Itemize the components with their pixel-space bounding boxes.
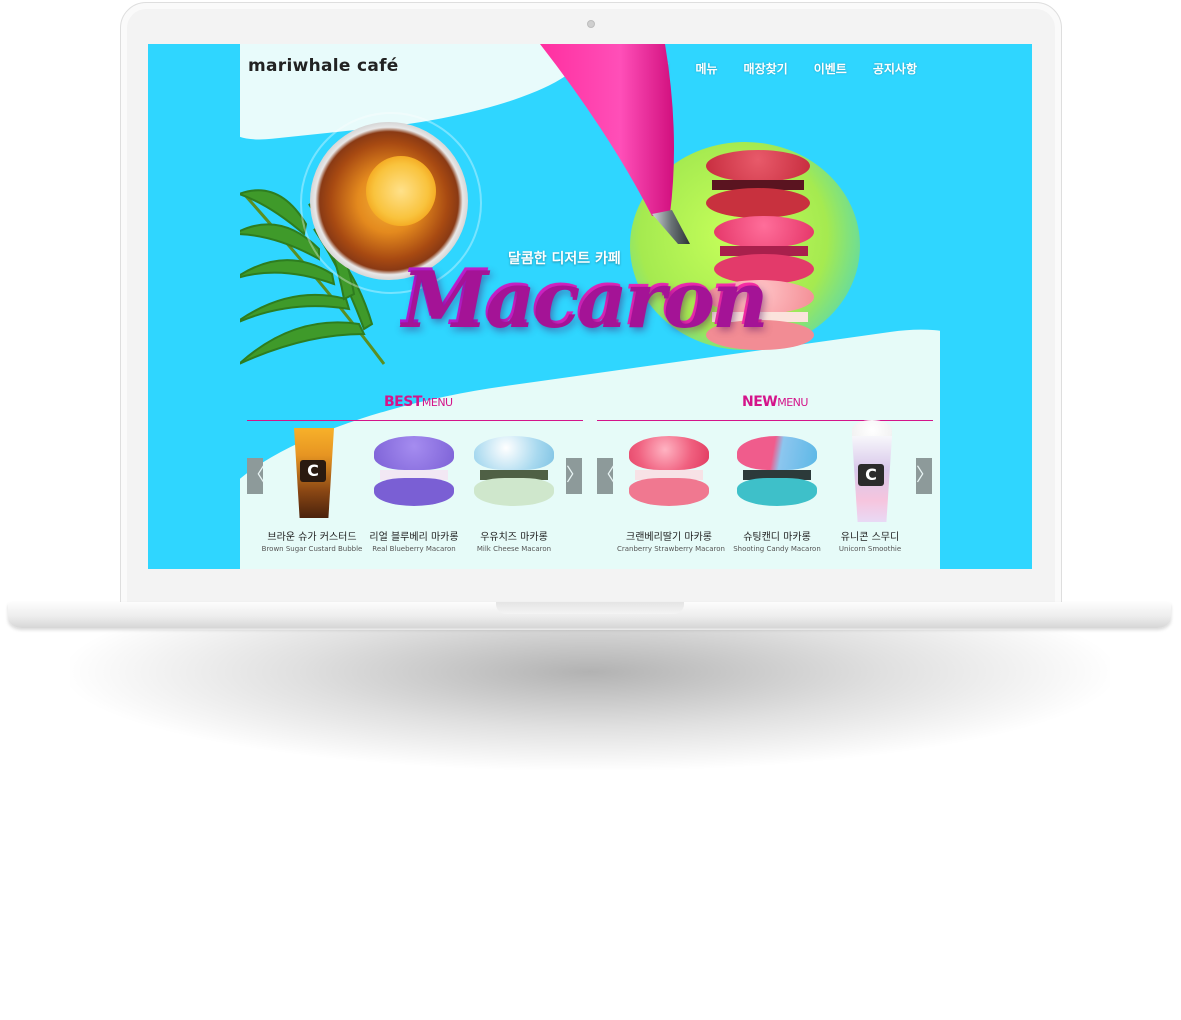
shooting-candy-macaron-image (737, 428, 817, 518)
lemon-slice-image (366, 156, 436, 226)
cranberry-macaron-image (629, 428, 709, 518)
nav-item-events[interactable]: 이벤트 (801, 60, 860, 77)
piping-bag-image (540, 44, 690, 244)
new-item-unicorn[interactable]: C 유니콘 스무디 Unicorn Smoothie (818, 420, 922, 553)
new-item-cranberry[interactable]: 크랜베리딸기 마카롱 Cranberry Strawberry Macaron (617, 428, 725, 553)
best-menu-title: BESTMENU (384, 394, 453, 410)
brown-sugar-cup-image: C (272, 428, 352, 518)
best-title-sub: MENU (421, 396, 453, 409)
best-menu-divider (247, 420, 583, 421)
best-next-button[interactable]: 〉 (566, 458, 584, 494)
new-prev-button[interactable]: 〈 (597, 458, 615, 494)
item-name-en: Unicorn Smoothie (838, 545, 902, 553)
webcam (587, 20, 595, 28)
new-menu-title: NEWMENU (742, 394, 808, 410)
milk-cheese-macaron-image (474, 428, 554, 518)
nav-item-notices[interactable]: 공지사항 (860, 60, 930, 77)
item-name-ko: 우유치즈 마카롱 (480, 532, 548, 543)
best-title-main: BEST (384, 394, 422, 410)
laptop-notch (496, 602, 684, 614)
item-name-ko: 브라운 슈가 커스터드 (267, 532, 357, 543)
item-name-ko: 슈팅캔디 마카롱 (743, 532, 811, 543)
best-item-blueberry[interactable]: 리얼 블루베리 마카롱 Real Blueberry Macaron (362, 428, 466, 553)
new-title-main: NEW (742, 394, 778, 410)
item-name-en: Shooting Candy Macaron (733, 545, 821, 553)
new-title-sub: MENU (777, 396, 808, 409)
hero-macaron-red (706, 150, 810, 220)
best-item-milk-cheese[interactable]: 우유치즈 마카롱 Milk Cheese Macaron (462, 428, 566, 553)
item-name-en: Cranberry Strawberry Macaron (617, 545, 725, 553)
item-name-en: Brown Sugar Custard Bubble (261, 545, 363, 553)
item-name-ko: 유니콘 스무디 (840, 532, 900, 543)
hero-title: Macaron (400, 252, 767, 343)
item-name-en: Milk Cheese Macaron (476, 545, 552, 553)
brand-logo[interactable]: mariwhale café (248, 56, 399, 76)
laptop-screen: mariwhale café 마리웨일 메뉴 매장찾기 이벤트 공지사항 (148, 44, 1032, 569)
best-item-brown-sugar[interactable]: C 브라운 슈가 커스터드 Brown Sugar Custard Bubble (260, 428, 364, 553)
unicorn-smoothie-image: C (830, 420, 910, 522)
blueberry-macaron-image (374, 428, 454, 518)
cafe-website: mariwhale café 마리웨일 메뉴 매장찾기 이벤트 공지사항 (240, 44, 940, 569)
nav-item-store-finder[interactable]: 매장찾기 (731, 60, 801, 77)
item-name-en: Real Blueberry Macaron (372, 545, 456, 553)
laptop-shadow (70, 630, 1110, 770)
item-name-ko: 리얼 블루베리 마카롱 (369, 532, 459, 543)
item-name-ko: 크랜베리딸기 마카롱 (626, 532, 712, 543)
new-item-shooting-candy[interactable]: 슈팅캔디 마카롱 Shooting Candy Macaron (725, 428, 829, 553)
